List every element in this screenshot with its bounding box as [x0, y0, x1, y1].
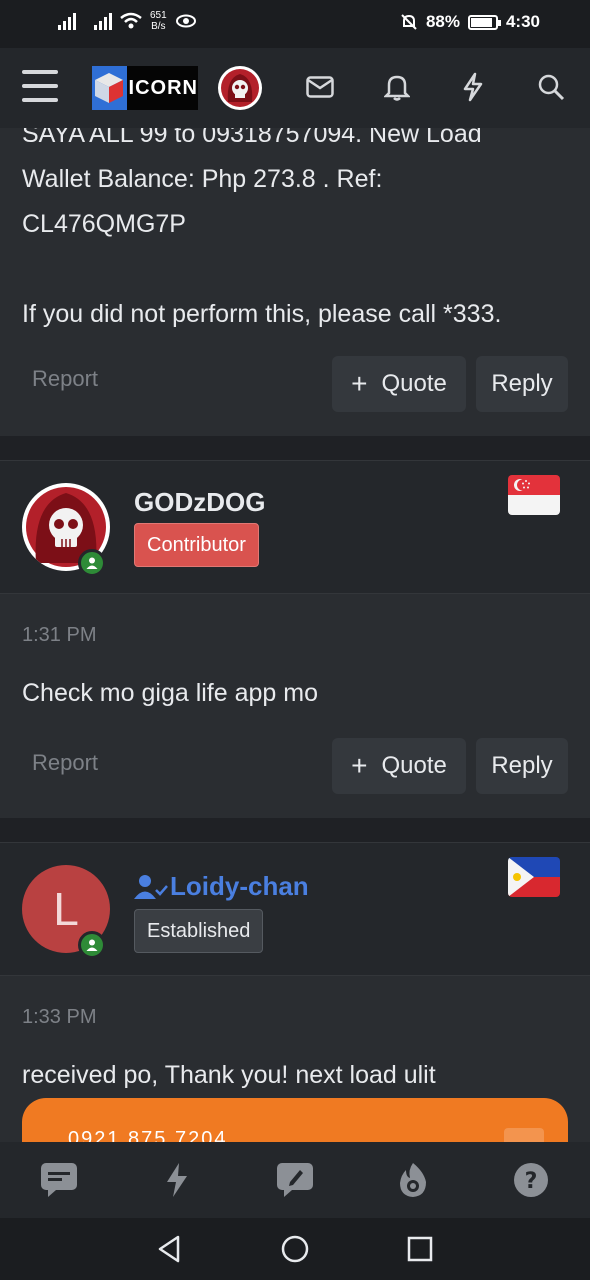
svg-text:?: ? — [525, 1169, 538, 1194]
post-message: SAYA ALL 99 to 09318757094. New Load Wal… — [22, 128, 502, 328]
bottom-nav: ? — [0, 1142, 590, 1218]
post-timestamp[interactable]: 1:31 PM — [22, 624, 96, 647]
compose-icon[interactable] — [275, 1160, 315, 1200]
recents-icon[interactable] — [405, 1234, 435, 1264]
post-header-loidy-chan: L Loidy-chan Established — [0, 842, 590, 976]
user-title-badge: Established — [134, 909, 264, 953]
attached-image[interactable]: 0921 875 7204 — [22, 1098, 568, 1142]
menu-icon[interactable] — [22, 70, 58, 102]
skull-avatar-icon — [221, 69, 259, 107]
back-icon[interactable] — [154, 1234, 184, 1264]
report-link[interactable]: Report — [32, 366, 98, 392]
philippines-flag-icon — [508, 857, 560, 897]
battery-icon — [467, 14, 501, 30]
site-logo[interactable]: ICORN — [92, 66, 198, 110]
quote-button[interactable]: + Quote — [332, 738, 466, 794]
quote-button[interactable]: + Quote — [332, 356, 466, 412]
online-status-icon — [78, 931, 106, 959]
post-header-godzdog: GODzDOG Contributor — [0, 460, 590, 594]
search-icon[interactable] — [536, 72, 566, 102]
home-icon[interactable] — [280, 1234, 310, 1264]
wifi-icon — [120, 12, 142, 29]
battery-percent: 88% — [425, 12, 460, 31]
signal-2-icon — [94, 12, 112, 30]
chat-icon[interactable] — [39, 1160, 79, 1200]
system-nav-bar — [0, 1218, 590, 1280]
app-header: ICORN — [0, 48, 590, 128]
post-body-godzdog: 1:31 PM Check mo giga life app mo Report… — [0, 594, 590, 818]
reply-button[interactable]: Reply — [476, 356, 568, 412]
reply-button[interactable]: Reply — [476, 738, 568, 794]
bolt-icon[interactable] — [157, 1160, 197, 1200]
online-status-icon — [78, 549, 106, 577]
fire-icon[interactable] — [393, 1160, 433, 1200]
post-separator — [0, 818, 590, 842]
eye-icon — [175, 14, 196, 28]
card-number-text: 0921 875 7204 — [68, 1128, 228, 1142]
status-bar: 651 B/s 88% 4:30 — [0, 0, 590, 48]
thread-content: SAYA ALL 99 to 09318757094. New Load Wal… — [0, 128, 590, 1142]
report-link[interactable]: Report — [32, 750, 98, 776]
card-logo-icon — [504, 1128, 544, 1142]
username[interactable]: GODzDOG — [134, 487, 265, 518]
previous-post: SAYA ALL 99 to 09318757094. New Load Wal… — [0, 128, 590, 436]
help-icon[interactable]: ? — [511, 1160, 551, 1200]
plus-icon: + — [351, 750, 368, 781]
user-title-badge: Contributor — [134, 523, 259, 567]
bell-icon[interactable] — [382, 72, 412, 102]
logo-text: ICORN — [128, 76, 198, 99]
clock: 4:30 — [505, 12, 540, 31]
logo-cube-icon — [92, 66, 127, 110]
user-check-icon — [134, 874, 168, 899]
singapore-flag-icon — [508, 475, 560, 515]
post-body-loidy-chan: 1:33 PM received po, Thank you! next loa… — [0, 976, 590, 1142]
silent-bell-icon — [401, 14, 417, 30]
user-avatar[interactable] — [218, 66, 262, 110]
post-message: received po, Thank you! next load ulit — [22, 1061, 436, 1089]
post-message: Check mo giga life app mo — [22, 679, 318, 707]
username[interactable]: Loidy-chan — [134, 871, 309, 902]
envelope-icon[interactable] — [305, 72, 335, 102]
bolt-icon[interactable] — [458, 72, 488, 102]
net-speed: 651 B/s — [150, 10, 167, 32]
post-timestamp[interactable]: 1:33 PM — [22, 1006, 96, 1029]
post-separator — [0, 436, 590, 460]
plus-icon: + — [351, 368, 368, 399]
signal-1-icon — [58, 12, 76, 30]
